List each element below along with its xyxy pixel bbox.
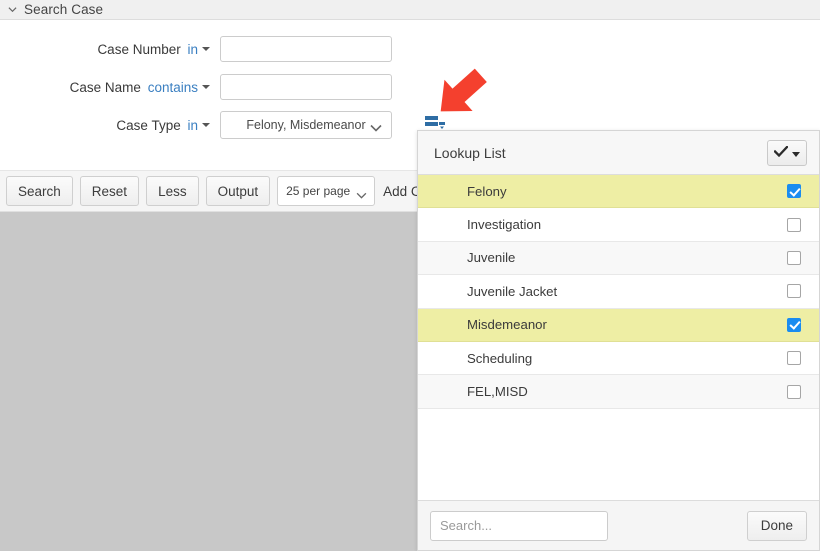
- case-type-label: Case Type in: [0, 118, 220, 133]
- form-row-case-number: Case Number in: [0, 36, 820, 62]
- reset-button[interactable]: Reset: [79, 176, 140, 206]
- lookup-item-checkbox[interactable]: [787, 317, 801, 332]
- case-type-operator[interactable]: in: [187, 118, 198, 133]
- lookup-item-label: Misdemeanor: [467, 317, 547, 333]
- lookup-list-item[interactable]: Scheduling: [418, 342, 819, 376]
- caret-down-icon[interactable]: [202, 122, 210, 127]
- lookup-item-label: Scheduling: [467, 350, 533, 366]
- lookup-panel-header: Lookup List: [418, 131, 819, 175]
- per-page-select-wrap: 25 per page: [277, 176, 376, 206]
- lookup-item-label: Felony: [467, 183, 507, 199]
- case-number-label-text: Case Number: [97, 41, 181, 57]
- lookup-item-checkbox[interactable]: [787, 250, 801, 265]
- case-number-operator[interactable]: in: [187, 42, 198, 57]
- caret-down-icon[interactable]: [202, 84, 210, 89]
- lookup-list-panel: Lookup List Felony Investigation Juvenile J…: [417, 130, 820, 551]
- case-name-label-text: Case Name: [69, 79, 141, 95]
- lookup-item-checkbox[interactable]: [787, 384, 801, 399]
- lookup-item-checkbox[interactable]: [787, 184, 801, 199]
- form-row-case-name: Case Name contains: [0, 74, 820, 100]
- lookup-list-item[interactable]: Misdemeanor: [418, 308, 819, 342]
- done-button[interactable]: Done: [746, 510, 807, 541]
- lookup-list-item[interactable]: Felony: [418, 175, 819, 209]
- lookup-panel-footer: Done: [418, 500, 819, 550]
- lookup-item-label: Investigation: [467, 217, 542, 233]
- case-number-input[interactable]: [220, 36, 392, 62]
- case-name-label: Case Name contains: [0, 80, 220, 95]
- checkmark-icon: [773, 145, 789, 160]
- chevron-down-icon[interactable]: [8, 5, 17, 14]
- output-button[interactable]: Output: [205, 176, 271, 206]
- lookup-list-item[interactable]: Juvenile Jacket: [418, 275, 819, 309]
- lookup-search-input[interactable]: [430, 510, 608, 541]
- lookup-item-label: Juvenile Jacket: [467, 283, 558, 299]
- check-all-dropdown-button[interactable]: [767, 139, 807, 166]
- lookup-item-checkbox[interactable]: [787, 351, 801, 366]
- case-name-input[interactable]: [220, 74, 392, 100]
- lookup-list-item[interactable]: Investigation: [418, 208, 819, 242]
- lookup-item-label: FEL,MISD: [467, 384, 528, 400]
- lookup-item-list[interactable]: Felony Investigation Juvenile Juvenile Jack…: [418, 175, 819, 500]
- list-menu-icon[interactable]: [425, 116, 447, 130]
- caret-down-icon[interactable]: [202, 46, 210, 51]
- lookup-panel-title: Lookup List: [434, 144, 506, 161]
- lookup-item-checkbox[interactable]: [787, 284, 801, 299]
- lookup-list-item[interactable]: Juvenile: [418, 241, 819, 276]
- lookup-list-item[interactable]: FEL,MISD: [418, 375, 819, 409]
- caret-down-icon: [792, 145, 800, 160]
- case-type-select-wrap: Felony, Misdemeanor: [220, 111, 392, 139]
- case-number-label: Case Number in: [0, 42, 220, 57]
- lookup-item-label: Juvenile: [467, 250, 516, 266]
- page-title: Search Case: [24, 2, 104, 17]
- case-type-label-text: Case Type: [116, 117, 181, 133]
- case-type-select[interactable]: Felony, Misdemeanor: [220, 111, 392, 139]
- search-button[interactable]: Search: [6, 176, 73, 206]
- per-page-select[interactable]: 25 per page: [277, 176, 376, 206]
- search-case-header[interactable]: Search Case: [0, 0, 820, 20]
- lookup-item-checkbox[interactable]: [787, 217, 801, 232]
- less-button[interactable]: Less: [146, 176, 199, 206]
- case-name-operator[interactable]: contains: [148, 80, 198, 95]
